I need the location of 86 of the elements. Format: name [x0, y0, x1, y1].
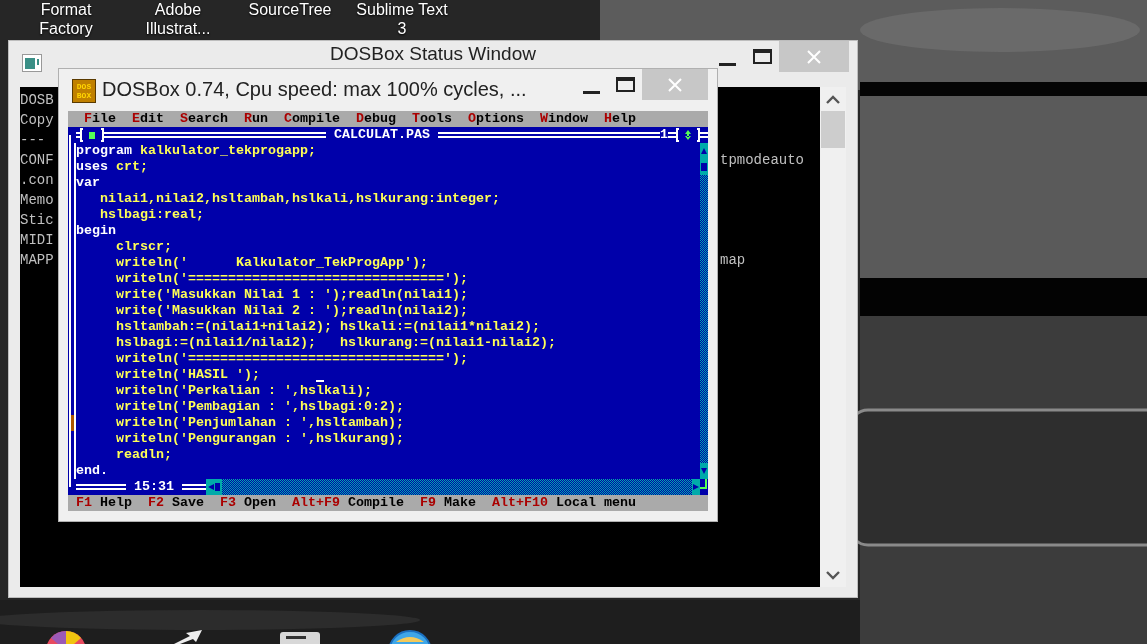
minimize-icon: [582, 91, 600, 94]
menu-item[interactable]: Help: [596, 111, 644, 127]
code-line: writeln('================================');: [115, 271, 468, 287]
scroll-up-button[interactable]: [700, 143, 708, 159]
chevron-up-icon: [826, 94, 840, 104]
code-line: writeln('HASIL ');: [76, 367, 260, 383]
scroll-bar[interactable]: [700, 143, 708, 479]
code-line: clrscr;: [115, 239, 172, 255]
text-cursor: [316, 380, 324, 382]
window-title: DOSBox 0.74, Cpu speed: max 100% cycles, ...: [102, 78, 527, 101]
console-text: CONF: [20, 151, 54, 170]
close-box-icon[interactable]: [80, 127, 104, 143]
desktop-icon-label[interactable]: Sublime Text 3: [346, 0, 458, 38]
console-text: ---: [20, 131, 46, 150]
code-line: write('Masukkan Nilai 2 : ');readln(nilai2);: [115, 303, 468, 319]
console-text: Memo: [20, 191, 54, 210]
console-text: .con: [20, 171, 54, 190]
code-line: begin: [76, 223, 116, 239]
code-line: hsltambah:=(nilai1+nilai2); hslkali:=(nilai1*nilai2);: [115, 319, 540, 335]
console-text: DOSB: [20, 91, 54, 110]
menu-item[interactable]: Run: [236, 111, 276, 127]
globe-icon[interactable]: [388, 630, 432, 644]
close-icon: [807, 49, 821, 64]
cursor-position: 15:31: [133, 479, 175, 495]
arrow-icon[interactable]: [172, 630, 204, 644]
console-text: Stic: [20, 211, 54, 230]
thumb-icon: [214, 483, 220, 491]
menu-item[interactable]: Edit: [124, 111, 172, 127]
code-line: uses crt;: [76, 159, 148, 175]
code-line: writeln('Penjumlahan : ',hsltambah);: [115, 415, 404, 431]
menu-item[interactable]: Tools: [404, 111, 460, 127]
scroll-left-button[interactable]: [206, 479, 222, 495]
code-line: write('Masukkan Nilai 1 : ');readln(nilai1);: [115, 287, 468, 303]
menu-item[interactable]: Compile: [276, 111, 348, 127]
desktop-icon-label[interactable]: SourceTree: [234, 0, 346, 38]
menu-item[interactable]: File: [76, 111, 124, 127]
code-line: writeln('Pembagian : ',hslbagi:0:2);: [115, 399, 404, 415]
zoom-box-icon[interactable]: [676, 127, 700, 143]
console-text: Copy: [20, 111, 54, 130]
minimize-icon: [718, 63, 736, 66]
code-line: nilai1,nilai2,hsltambah,hslkali,hslkurang:integer;: [99, 191, 500, 207]
chevron-down-icon: [826, 570, 840, 580]
code-line: writeln('Pengurangan : ',hslkurang);: [115, 431, 404, 447]
menu-item[interactable]: Debug: [348, 111, 404, 127]
file-title: CALCULAT.PAS: [333, 127, 431, 143]
close-icon: [668, 77, 682, 92]
code-line: hslbagi:real;: [99, 207, 204, 223]
console-text: map: [720, 251, 746, 270]
menu-item[interactable]: Options: [460, 111, 532, 127]
maximize-icon: [752, 49, 772, 64]
menu-item[interactable]: Window: [532, 111, 596, 127]
console-text: tpmodeauto: [720, 151, 804, 170]
color-wheel-icon[interactable]: [45, 630, 87, 644]
hotkey-hint[interactable]: F3 Open: [220, 495, 276, 511]
hotkey-hint[interactable]: F1 Help: [76, 495, 132, 511]
hotkey-hint[interactable]: Alt+F10 Local menu: [492, 495, 636, 511]
code-line: end.: [76, 463, 108, 479]
code-line: var: [76, 175, 100, 191]
scroll-down-button[interactable]: [700, 463, 708, 479]
hotkey-hint[interactable]: F9 Make: [420, 495, 476, 511]
desktop-icon-label[interactable]: Format Factory: [10, 0, 122, 38]
scroll-thumb[interactable]: [821, 111, 845, 148]
code-line: writeln(' Kalkulator_TekProgApp');: [115, 255, 428, 271]
drive-icon[interactable]: [278, 630, 322, 644]
scroll-thumb[interactable]: [700, 159, 708, 175]
window-number: 1: [660, 127, 668, 143]
horizontal-scroll-bar[interactable]: [206, 479, 700, 495]
window-title: DOSBox Status Window: [330, 43, 536, 64]
console-text: MIDI: [20, 231, 54, 250]
left-arrow-icon: [208, 484, 214, 490]
window-icon: [22, 54, 42, 72]
hotkey-hint[interactable]: Alt+F9 Compile: [292, 495, 404, 511]
code-line: writeln('Perkalian : ',hslkali);: [115, 383, 372, 399]
scroll-right-button[interactable]: [692, 479, 700, 495]
desktop-icon-label[interactable]: Adobe Illustrat...: [122, 0, 234, 38]
maximize-icon: [615, 77, 635, 92]
right-arrow-icon: [693, 484, 699, 490]
code-line: hslbagi:=(nilai1/nilai2); hslkurang:=(nilai1-nilai2);: [115, 335, 556, 351]
code-line: readln;: [115, 447, 172, 463]
menu-item[interactable]: Search: [172, 111, 236, 127]
hotkey-hint[interactable]: F2 Save: [148, 495, 204, 511]
code-line: writeln('================================');: [115, 351, 468, 367]
app-logo: DOS BOX: [72, 79, 96, 103]
code-line: program kalkulator_tekprogapp;: [76, 143, 316, 159]
console-text: MAPP: [20, 251, 54, 270]
scroll-bar[interactable]: [820, 87, 846, 587]
